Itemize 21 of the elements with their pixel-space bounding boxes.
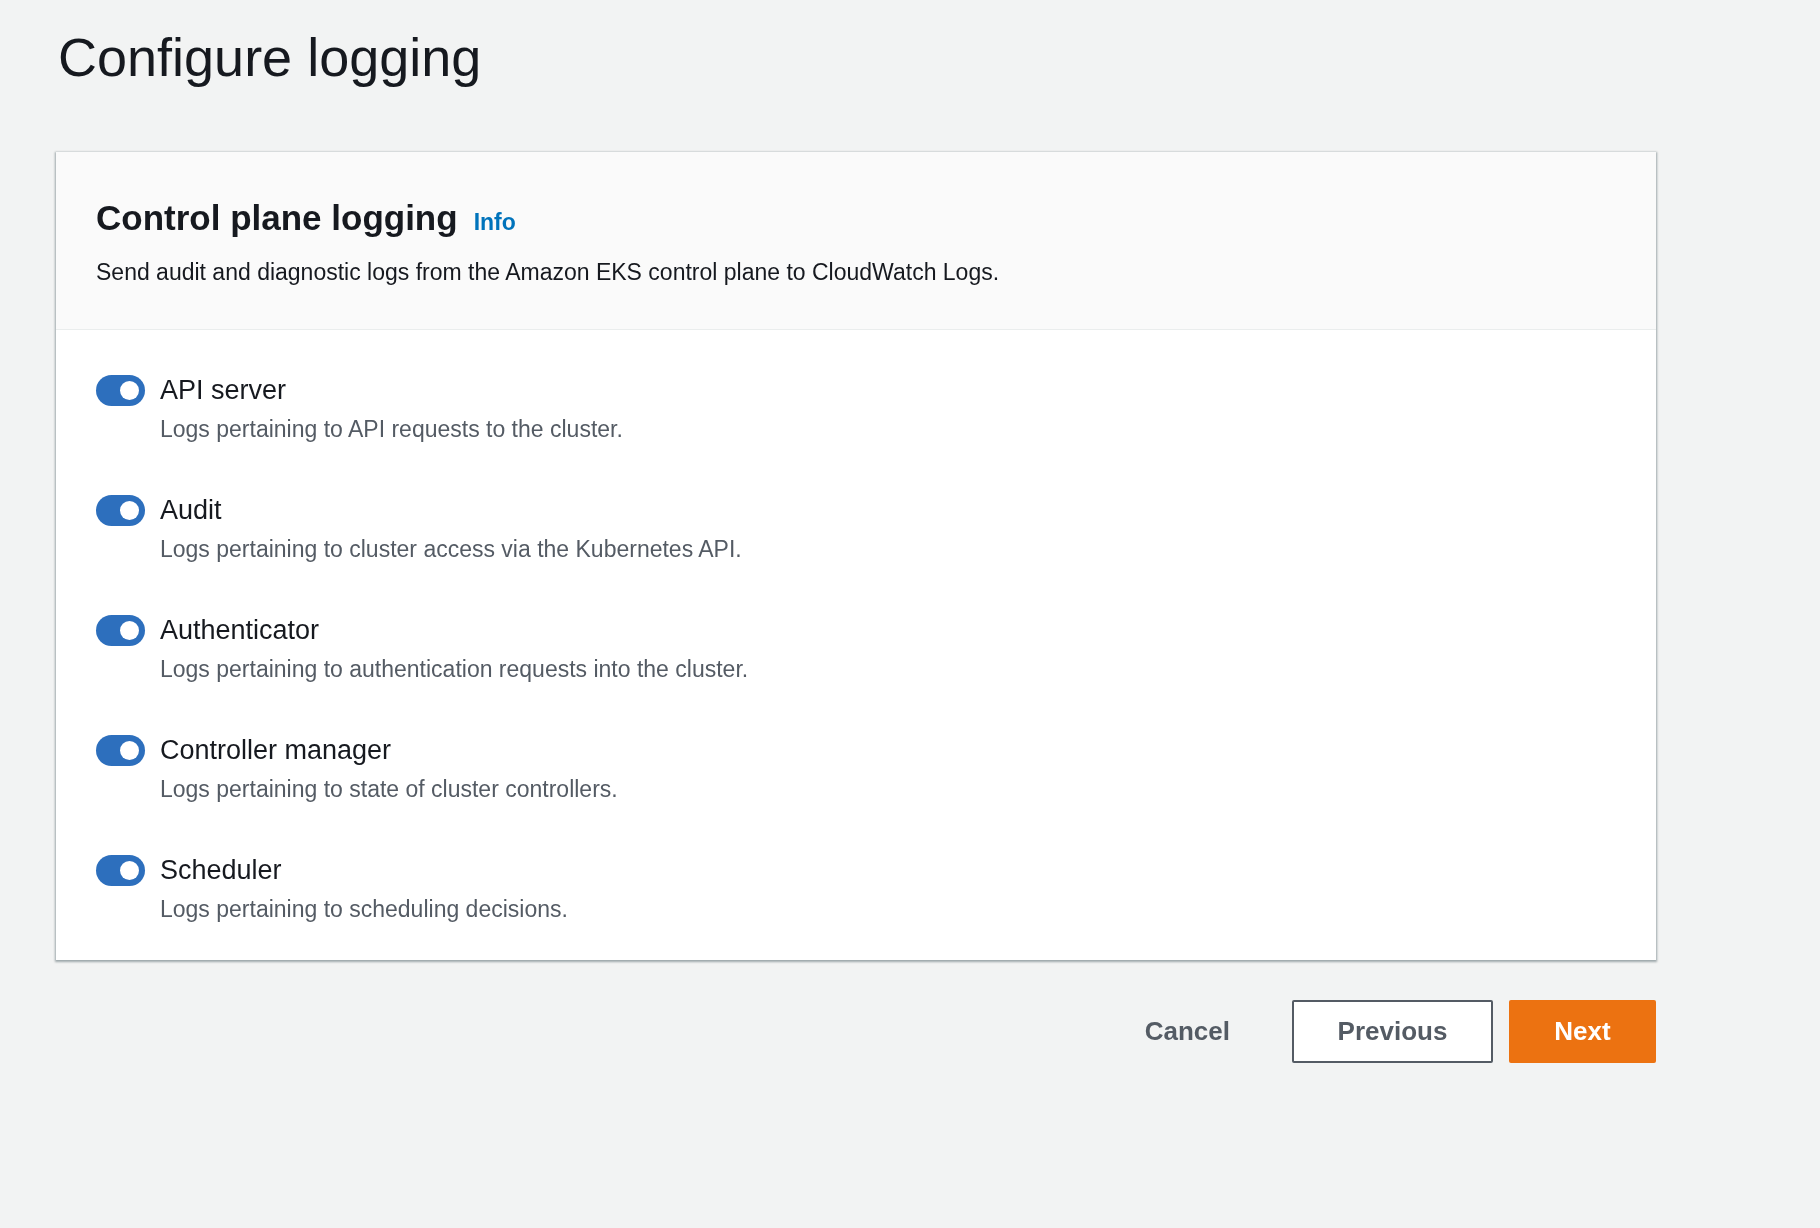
option-description: Logs pertaining to cluster access via the Kubernetes API. [160,535,742,564]
option-description: Logs pertaining to state of cluster controllers. [160,775,618,804]
option-description: Logs pertaining to scheduling decisions. [160,895,568,924]
toggle-switch[interactable] [96,615,145,646]
option-description: Logs pertaining to authentication requests into the cluster. [160,655,749,684]
previous-button[interactable]: Previous [1292,1000,1493,1063]
page-title: Configure logging [58,26,483,89]
cancel-button[interactable]: Cancel [1120,1000,1254,1063]
info-link[interactable]: Info [473,205,516,240]
option-description: Logs pertaining to API requests to the cluster. [160,415,623,444]
option-label: Authenticator [160,615,321,646]
option-label: Audit [160,495,223,526]
option-label: Controller manager [160,735,393,766]
option-label: API server [160,375,288,406]
toggle-switch[interactable] [96,495,145,526]
panel-description: Send audit and diagnostic logs from the Amazon EKS control plane to CloudWatch Logs. [96,257,1001,287]
toggle-switch[interactable] [96,375,145,406]
panel-title: Control plane logging [96,197,458,239]
toggle-switch[interactable] [96,855,145,886]
option-label: Scheduler [160,855,283,886]
toggle-switch[interactable] [96,735,145,766]
